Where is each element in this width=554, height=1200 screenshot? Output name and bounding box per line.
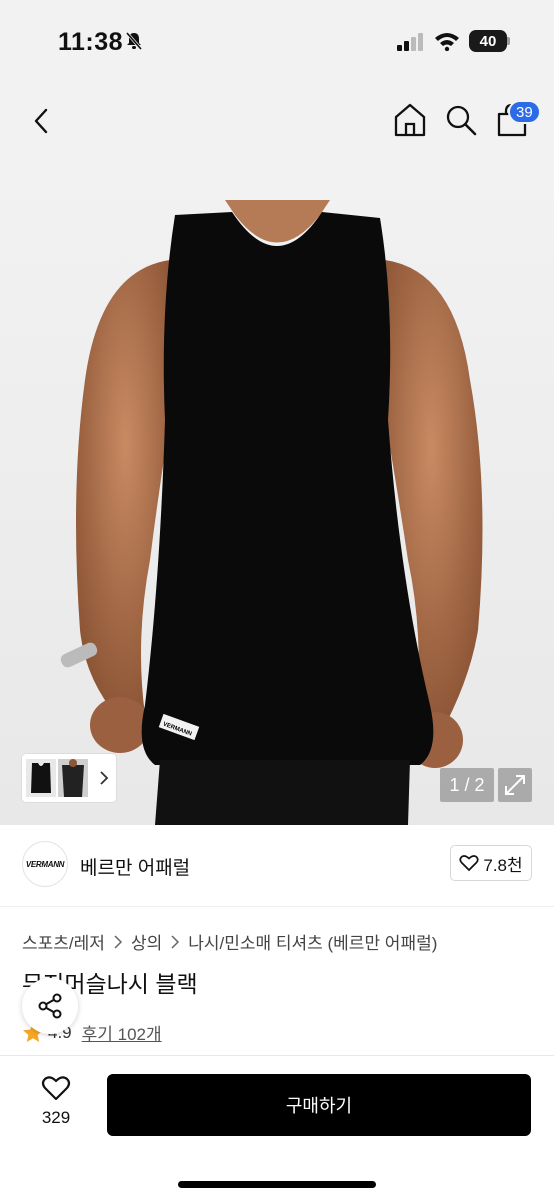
wishlist-count: 329 bbox=[41, 1108, 71, 1127]
breadcrumb-item[interactable]: 나시/민소매 티셔츠 (베르만 어패럴) bbox=[188, 929, 437, 954]
chevron-right-icon bbox=[100, 771, 109, 785]
breadcrumb-item[interactable]: 스포츠/레저 bbox=[22, 929, 105, 954]
brand-name[interactable]: 베르만 어패럴 bbox=[80, 853, 190, 880]
expand-icon bbox=[505, 775, 525, 795]
review-count-link[interactable]: 후기 102개 bbox=[82, 1020, 162, 1045]
product-photo: VERMANN bbox=[60, 200, 483, 825]
breadcrumb-item[interactable]: 상의 bbox=[131, 929, 162, 954]
bottom-action-bar: 329 구매하기 bbox=[0, 1055, 554, 1200]
back-button[interactable] bbox=[24, 104, 58, 138]
home-indicator bbox=[178, 1181, 376, 1188]
buy-button[interactable]: 구매하기 bbox=[107, 1074, 531, 1136]
wifi-icon bbox=[435, 33, 459, 51]
breadcrumb: 스포츠/레저 상의 나시/민소매 티셔츠 (베르만 어패럴) bbox=[22, 929, 437, 954]
search-icon[interactable] bbox=[444, 102, 478, 138]
status-time: 11:38 bbox=[58, 28, 124, 56]
share-button[interactable] bbox=[22, 978, 78, 1034]
image-page-indicator: 1 / 2 bbox=[440, 768, 494, 802]
thumbnail-1[interactable] bbox=[26, 759, 56, 797]
top-navigation bbox=[0, 80, 554, 160]
heart-icon bbox=[41, 1076, 71, 1101]
heart-icon bbox=[459, 855, 479, 872]
signal-icon bbox=[397, 33, 423, 51]
battery-nub bbox=[507, 37, 510, 45]
brand-like-button[interactable]: 7.8천 bbox=[450, 845, 532, 881]
chevron-right-icon bbox=[171, 934, 180, 949]
wishlist-button[interactable]: 329 bbox=[28, 1074, 84, 1138]
cart-count-badge: 39 bbox=[508, 100, 541, 124]
brand-like-count: 7.8천 bbox=[483, 855, 523, 875]
thumbnail-image bbox=[26, 759, 56, 797]
chevron-left-icon bbox=[34, 108, 48, 134]
battery-indicator: 40 bbox=[469, 30, 507, 52]
share-icon bbox=[38, 993, 62, 1019]
brand-logo[interactable]: VERMANN bbox=[22, 841, 68, 887]
product-image-gallery[interactable]: VERMANN 1 / 2 bbox=[0, 160, 554, 825]
chevron-right-icon bbox=[114, 934, 122, 949]
brand-row[interactable]: VERMANN 베르만 어패럴 7.8천 bbox=[0, 825, 554, 907]
thumbnail-strip[interactable] bbox=[22, 754, 116, 802]
bell-off-icon bbox=[125, 32, 143, 50]
thumbnail-2[interactable] bbox=[58, 759, 88, 797]
expand-button[interactable] bbox=[498, 768, 532, 802]
home-icon[interactable] bbox=[393, 102, 427, 138]
status-bar: 11:38 40 bbox=[0, 0, 554, 80]
thumbnail-image bbox=[58, 759, 88, 797]
